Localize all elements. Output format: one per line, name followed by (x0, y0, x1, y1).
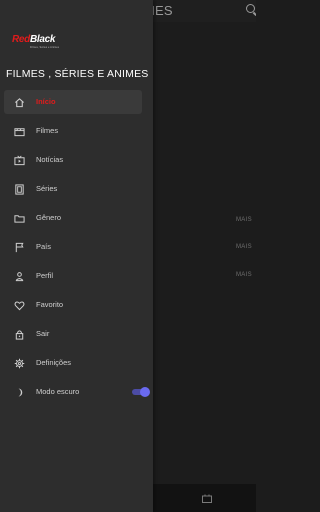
switch-thumb (140, 387, 150, 397)
menu-item-perfil[interactable]: Perfil (4, 264, 142, 288)
menu-item-label: País (36, 242, 52, 251)
menu-item-genero[interactable]: Gênero (4, 206, 142, 230)
menu-item-label: Notícias (36, 155, 64, 164)
menu-item-noticias[interactable]: Notícias (4, 148, 142, 172)
drawer-title: FILMES , SÉRIES E ANIMES (6, 68, 149, 80)
menu-item-series[interactable]: Séries (4, 177, 142, 201)
heart-icon (14, 301, 25, 311)
menu-item-label: Gênero (36, 213, 62, 222)
menu-item-label: Sair (36, 329, 50, 338)
app-screen: MES MAIS MAIS MAIS RedBlack Filmes, Séri… (0, 0, 256, 512)
dark-mode-switch[interactable] (132, 387, 150, 397)
menu-item-favorito[interactable]: Favorito (4, 293, 142, 317)
more-link[interactable]: MAIS (236, 272, 252, 278)
news-tv-icon (14, 155, 25, 166)
menu-item-filmes[interactable]: Filmes (4, 119, 142, 143)
menu-item-label: Definições (36, 358, 72, 367)
more-link[interactable]: MAIS (236, 244, 252, 250)
drawer-header: RedBlack Filmes, Séries e Animes FILMES … (0, 0, 153, 90)
menu-item-label: Favorito (36, 300, 64, 309)
navigation-drawer: RedBlack Filmes, Séries e Animes FILMES … (0, 0, 153, 512)
folder-icon (14, 215, 25, 223)
person-icon (15, 272, 24, 282)
menu-item-label: Perfil (36, 271, 54, 280)
logo-text-red: Red (12, 34, 30, 45)
menu-item-dark-mode[interactable]: Modo escuro (4, 380, 150, 404)
movie-clapper-icon[interactable] (202, 494, 212, 503)
more-link[interactable]: MAIS (236, 217, 252, 223)
home-icon (15, 98, 24, 108)
menu-item-pais[interactable]: País (4, 235, 142, 259)
menu-item-inicio[interactable]: Início (4, 90, 142, 114)
flag-icon (15, 242, 24, 253)
menu-item-label: Início (36, 97, 56, 106)
gear-icon (14, 358, 25, 369)
series-icon (15, 184, 24, 195)
app-logo: RedBlack Filmes, Séries e Animes (12, 29, 62, 49)
menu-item-label: Séries (36, 184, 58, 193)
menu-item-definicoes[interactable]: Definições (4, 351, 142, 375)
search-icon[interactable] (246, 4, 255, 13)
logo-text-white: Black (30, 34, 56, 45)
logo-tagline: Filmes, Séries e Animes (30, 46, 60, 49)
lock-icon (15, 330, 24, 340)
menu-item-label: Modo escuro (36, 387, 80, 396)
menu-item-label: Filmes (36, 126, 59, 135)
moon-icon (18, 388, 23, 397)
menu-item-sair[interactable]: Sair (4, 322, 142, 346)
movie-clapper-icon (14, 128, 25, 137)
